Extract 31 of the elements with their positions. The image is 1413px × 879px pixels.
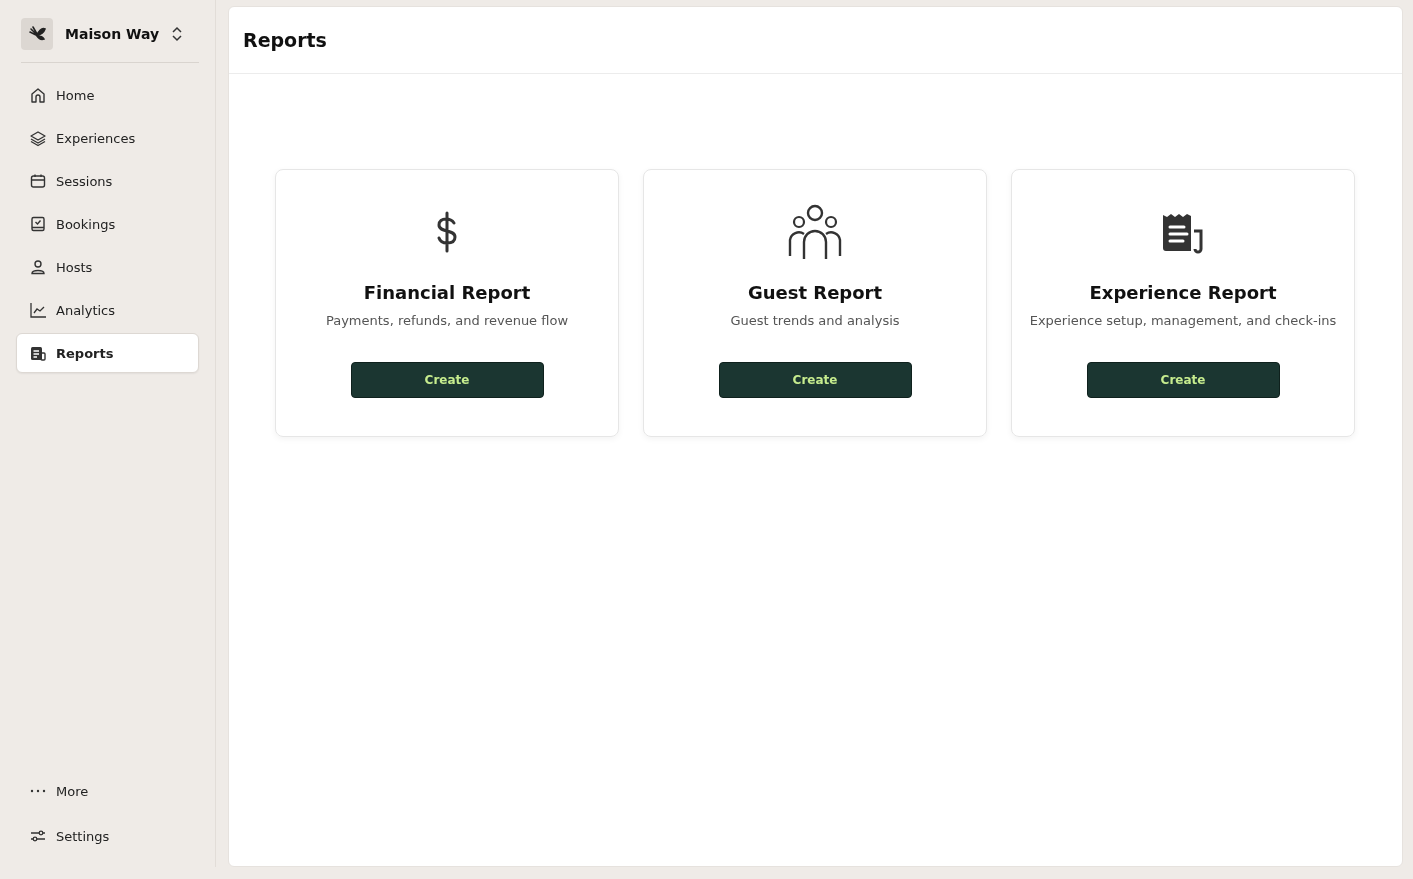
nav-item[interactable]: Settings [16, 815, 199, 857]
nav-item[interactable]: Experiences [16, 118, 199, 158]
home-icon [29, 86, 47, 104]
workspace-name: Maison Way [65, 26, 160, 42]
nav-item[interactable]: Bookings [16, 204, 199, 244]
nav-item[interactable]: Reports [16, 333, 199, 373]
person-icon [29, 258, 47, 276]
people-icon [787, 204, 843, 260]
create-button[interactable]: Create [1086, 362, 1280, 398]
page-title: Reports [243, 29, 327, 51]
card-description: Payments, refunds, and revenue flow [325, 313, 569, 328]
card-description: Experience setup, management, and check-ins [1029, 313, 1337, 328]
create-button[interactable]: Create [350, 362, 544, 398]
create-button[interactable]: Create [718, 362, 912, 398]
leaf-logo-icon [21, 18, 53, 50]
nav-item[interactable]: More [16, 770, 199, 812]
layers-icon [29, 129, 47, 147]
chevron-up-down-icon[interactable] [171, 26, 184, 42]
card-title: Guest Report [747, 282, 883, 303]
card-description: Guest trends and analysis [730, 313, 900, 328]
card-title: Experience Report [1089, 282, 1277, 303]
nav-item[interactable]: Hosts [16, 247, 199, 287]
nav-item[interactable]: Sessions [16, 161, 199, 201]
line-chart-icon [29, 301, 47, 319]
nav-item[interactable]: Home [16, 75, 199, 115]
card-title: Financial Report [363, 282, 531, 303]
book-check-icon [29, 215, 47, 233]
nav-item[interactable]: Analytics [16, 290, 199, 330]
report-icon [29, 344, 47, 362]
calendar-icon [29, 172, 47, 190]
more-icon [29, 788, 47, 794]
